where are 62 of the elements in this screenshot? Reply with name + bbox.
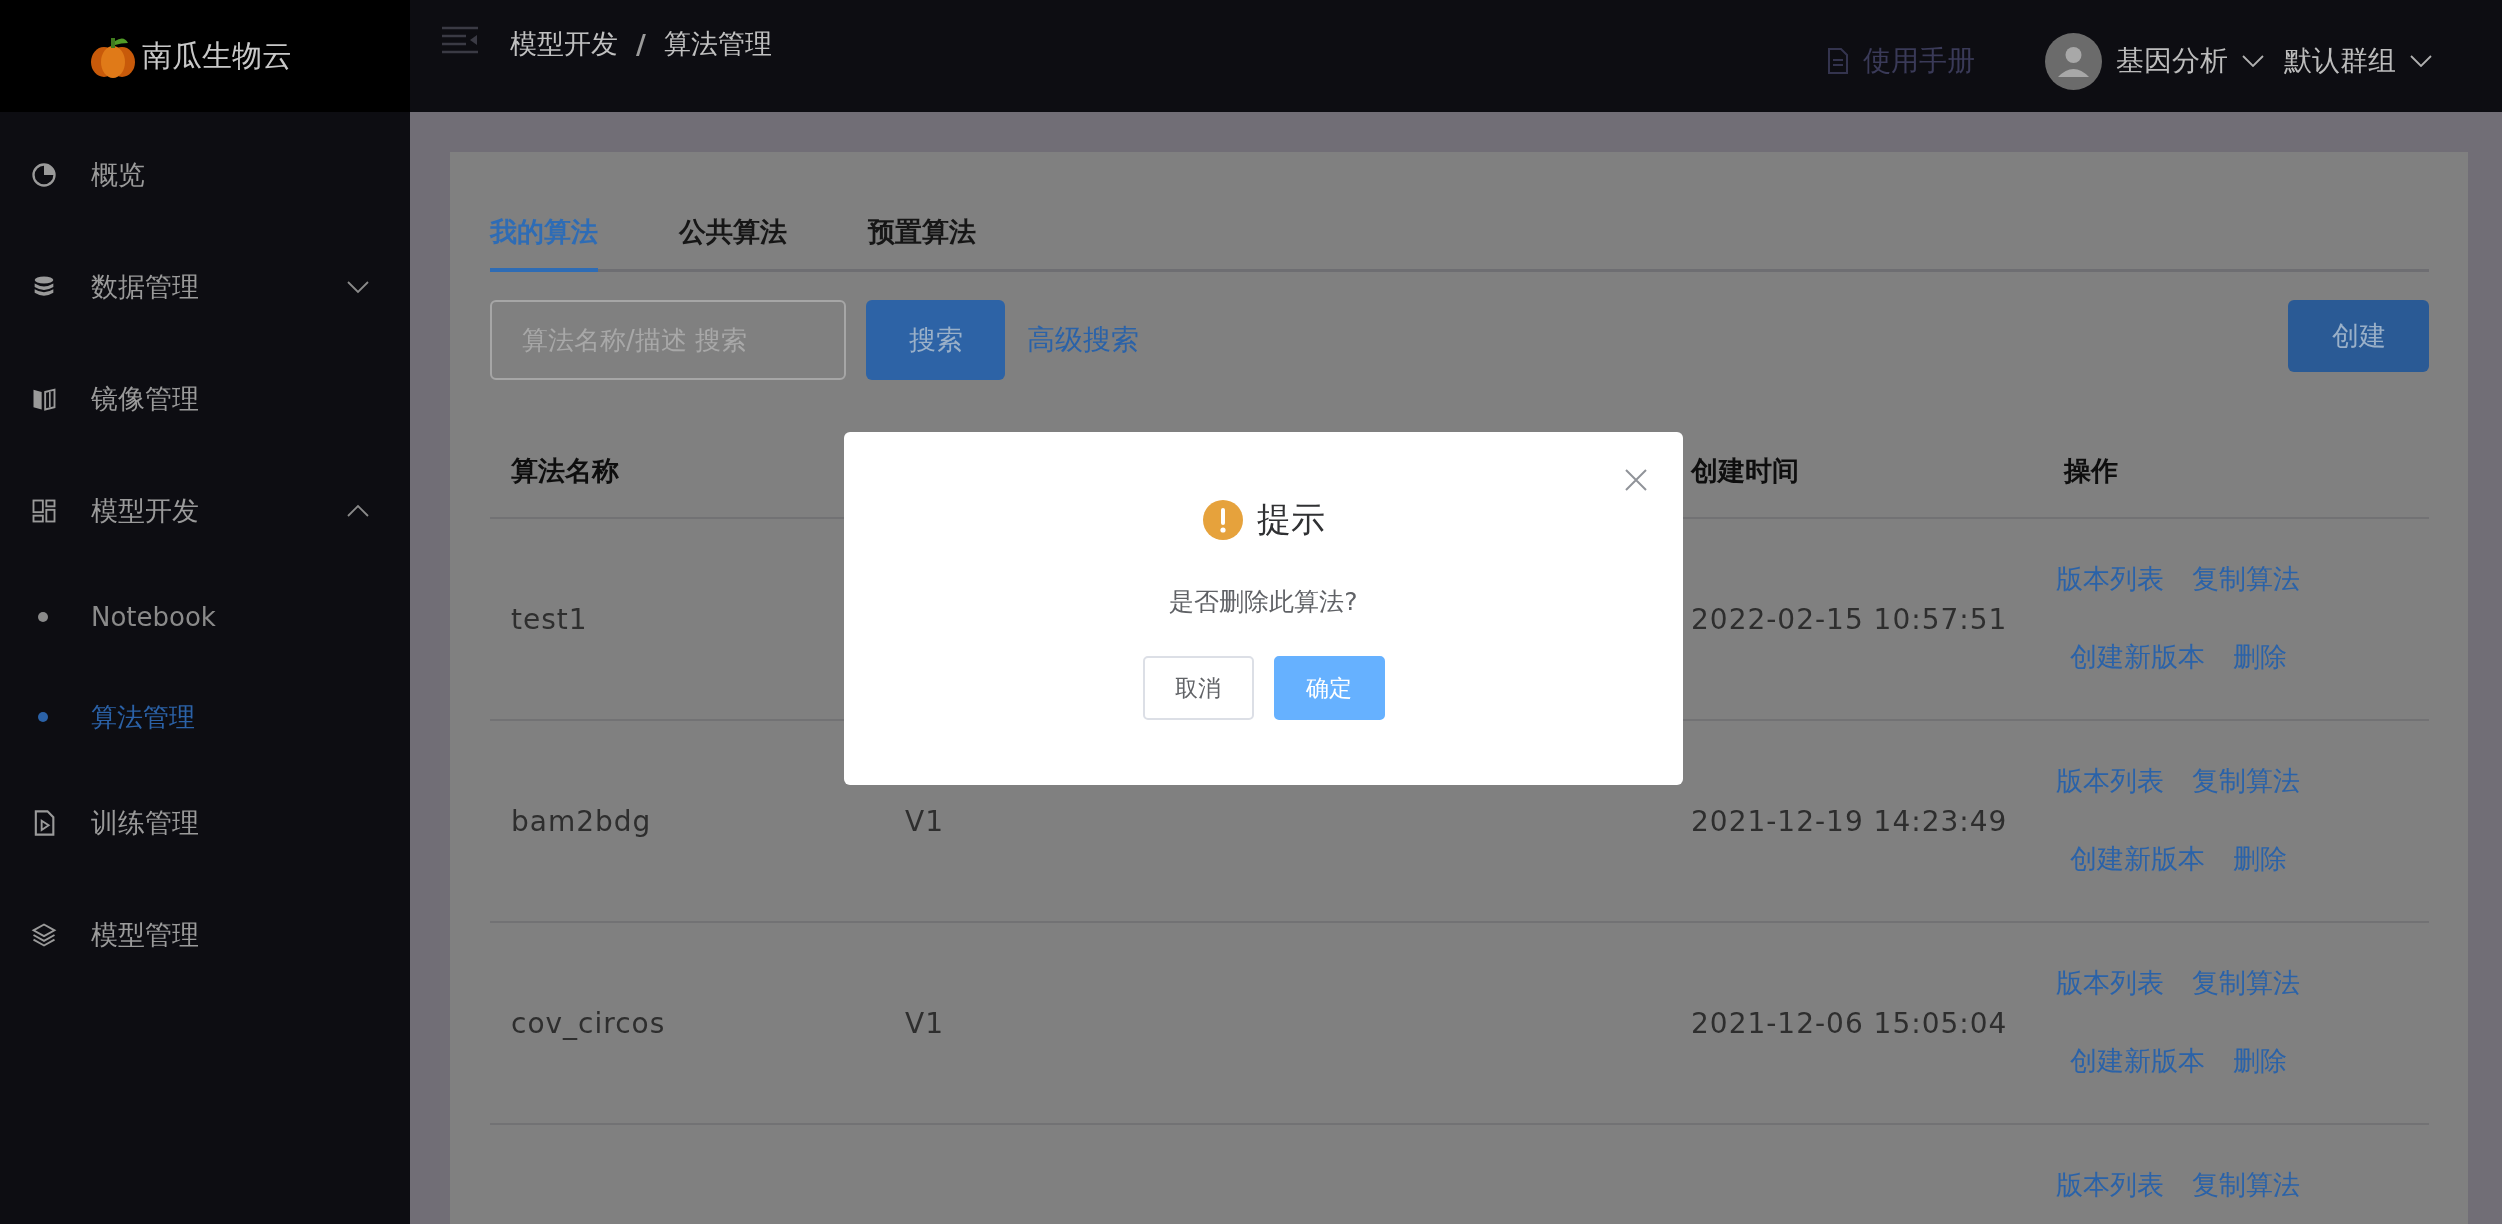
tab[interactable]: 预置算法 bbox=[868, 212, 976, 272]
breadcrumb-item: 算法管理 bbox=[663, 27, 772, 61]
dialog-title: 提示 bbox=[1256, 498, 1325, 541]
close-icon[interactable] bbox=[1624, 468, 1648, 492]
tab[interactable]: 公共算法 bbox=[679, 212, 787, 272]
action-link[interactable]: 版本列表 bbox=[2056, 963, 2164, 1003]
table-cell: cov_circos bbox=[511, 1006, 666, 1040]
cancel-button[interactable]: 取消 bbox=[1142, 656, 1254, 720]
create-button[interactable]: 创建 bbox=[2288, 300, 2429, 372]
action-link[interactable]: 版本列表 bbox=[2056, 559, 2164, 599]
table-cell: test1 bbox=[511, 602, 588, 636]
menu-item[interactable]: 概览 bbox=[0, 119, 410, 231]
column-header: 操作 bbox=[2062, 454, 2119, 488]
action-link[interactable]: 复制算法 bbox=[2192, 761, 2300, 801]
layers-icon bbox=[30, 921, 58, 949]
menu-icon bbox=[442, 26, 478, 54]
bullet-icon bbox=[38, 712, 48, 722]
user-menu[interactable]: 基因分析 bbox=[2116, 42, 2264, 80]
submenu-item[interactable]: 算法管理 bbox=[0, 667, 410, 767]
table-cell: 2021-12-06 15:05:04 bbox=[1691, 1006, 2008, 1040]
grid-icon bbox=[30, 497, 58, 525]
avatar-icon bbox=[2045, 32, 2102, 90]
pie-chart-icon bbox=[30, 161, 58, 189]
menu-item[interactable]: 镜像管理 bbox=[0, 343, 410, 455]
group-menu[interactable]: 默认群组 bbox=[2284, 42, 2432, 80]
action-link[interactable]: 删除 bbox=[2232, 1041, 2287, 1081]
column-header: 创建时间 bbox=[1689, 454, 1800, 488]
warning-icon bbox=[1202, 500, 1243, 540]
table-cell: 2021-12-19 14:23:49 bbox=[1691, 804, 2008, 838]
menu-item[interactable]: 模型开发 bbox=[0, 455, 410, 567]
submenu-item[interactable]: Notebook bbox=[0, 567, 410, 667]
menu-item[interactable]: 数据管理 bbox=[0, 231, 410, 343]
table-cell: V1 bbox=[905, 804, 944, 838]
action-link[interactable]: 版本列表 bbox=[2056, 761, 2164, 801]
menu-item[interactable]: 模型管理 bbox=[0, 879, 410, 991]
action-link[interactable]: 创建新版本 bbox=[2069, 1041, 2205, 1081]
chevron-icon bbox=[2410, 55, 2432, 67]
bullet-icon bbox=[38, 612, 48, 622]
action-link[interactable]: 删除 bbox=[2232, 637, 2287, 677]
app-name: 南瓜生物云 bbox=[142, 36, 292, 75]
action-link[interactable]: 复制算法 bbox=[2192, 559, 2300, 599]
search-button[interactable]: 搜索 bbox=[866, 300, 1005, 380]
breadcrumb-item[interactable]: 模型开发 bbox=[510, 26, 618, 62]
manual-link[interactable]: 使用手册 bbox=[1863, 42, 1975, 80]
advanced-search-link[interactable]: 高级搜索 bbox=[1027, 300, 1139, 380]
confirm-button[interactable]: 确定 bbox=[1273, 656, 1385, 720]
action-link[interactable]: 删除 bbox=[2232, 839, 2287, 879]
tab[interactable]: 我的算法 bbox=[490, 212, 598, 272]
action-link[interactable]: 创建新版本 bbox=[2069, 637, 2205, 677]
menu-item[interactable]: 训练管理 bbox=[0, 767, 410, 879]
breadcrumb-separator: / bbox=[636, 28, 646, 60]
action-link[interactable]: 版本列表 bbox=[2056, 1165, 2164, 1205]
table-cell: 2022-02-15 10:57:51 bbox=[1691, 602, 2008, 636]
dialog-message: 是否删除此算法? bbox=[1169, 586, 1358, 618]
table-cell: bam2bdg bbox=[511, 804, 652, 838]
column-header: 算法名称 bbox=[510, 454, 620, 488]
document-icon bbox=[1827, 47, 1849, 75]
action-link[interactable]: 复制算法 bbox=[2192, 1165, 2300, 1205]
action-link[interactable]: 创建新版本 bbox=[2069, 839, 2205, 879]
chevron-icon bbox=[2242, 55, 2264, 67]
action-link[interactable]: 复制算法 bbox=[2192, 963, 2300, 1003]
table-cell: V1 bbox=[905, 1006, 944, 1040]
